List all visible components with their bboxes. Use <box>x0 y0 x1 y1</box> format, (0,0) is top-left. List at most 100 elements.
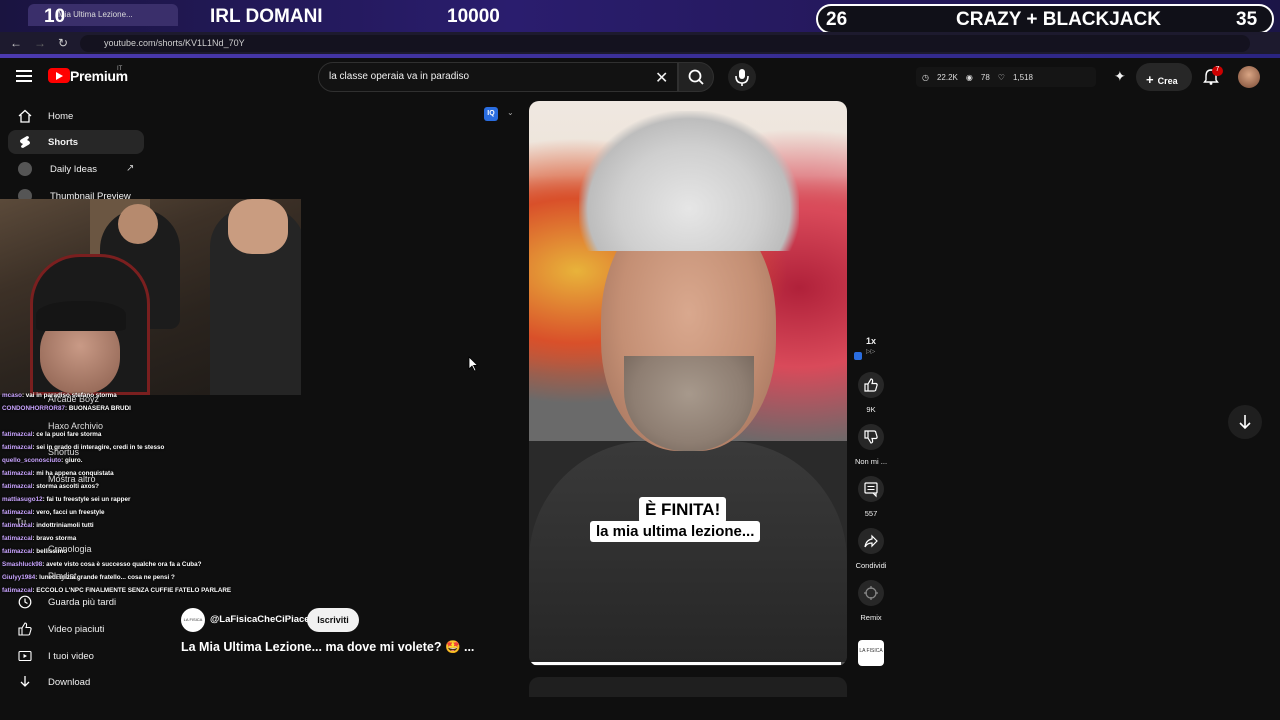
sidebar-item-label: Download <box>48 677 91 688</box>
video-icon <box>18 650 32 662</box>
sound-channel-thumbnail[interactable]: LA FISICA <box>858 640 884 666</box>
playback-speed[interactable]: 1x <box>841 336 901 346</box>
menu-icon[interactable] <box>16 70 32 82</box>
chevron-down-icon[interactable]: ⌄ <box>507 108 514 117</box>
sidebar-item-shorts[interactable]: Shorts <box>8 130 144 154</box>
chat-username: fatimazcal <box>2 483 33 490</box>
channel-avatar[interactable]: LA FISICA <box>181 608 205 632</box>
youtube-header: Premium IT ✕ ◷22.2K ◉78 ♡1,518 ✦ +Crea 7 <box>0 58 1280 98</box>
chat-username: fatimazcal <box>2 535 33 542</box>
chat-username: quello_sconosciuto <box>2 457 62 464</box>
dislike-button[interactable] <box>858 424 884 450</box>
video-progress-bar[interactable] <box>529 662 847 665</box>
chat-username: fatimazcal <box>2 522 33 529</box>
chat-message: fatimazcal: ECCOLO L'NPC FINALMENTE SENZ… <box>2 587 231 594</box>
thumbs-down-icon <box>864 430 878 444</box>
chat-message: quello_sconosciuto: giuro. <box>2 457 82 464</box>
chat-text: : giuro. <box>61 457 83 464</box>
chat-username: fatimazcal <box>2 431 33 438</box>
chat-text: : vai in paradiso stefano storma <box>21 392 117 399</box>
comment-count: 557 <box>864 509 878 518</box>
video-caption-line1: È FINITA! <box>639 497 727 523</box>
reload-icon[interactable]: ↻ <box>58 36 68 50</box>
short-video-player[interactable]: È FINITA! la mia ultima lezione... <box>529 101 847 666</box>
short-title[interactable]: La Mia Ultima Lezione... ma dove mi vole… <box>181 640 474 655</box>
chat-message: fatimazcal: bravo storma <box>2 535 76 542</box>
account-avatar[interactable] <box>1238 66 1260 88</box>
next-short-preview[interactable] <box>529 677 847 697</box>
create-label: Crea <box>1157 76 1178 86</box>
chat-username: mattiasugo12 <box>2 496 43 503</box>
remix-icon <box>864 586 878 600</box>
microphone-icon <box>735 69 749 86</box>
chat-message: Smashluck98: avete visto cosa è successo… <box>2 561 202 568</box>
sidebar-item-label: Guarda più tardi <box>48 597 117 608</box>
overlay-right-text: CRAZY + BLACKJACK <box>956 9 1161 30</box>
mouse-cursor-icon <box>468 356 478 372</box>
chat-username: mcaso <box>2 392 22 399</box>
remix-label: Remix <box>860 613 882 622</box>
like-button[interactable] <box>858 372 884 398</box>
chat-text: : storma ascolti axos? <box>32 483 99 490</box>
youtube-logo-icon[interactable] <box>48 68 70 83</box>
shorts-icon <box>20 136 30 148</box>
video-person-shirt <box>529 441 847 666</box>
search-box[interactable]: ✕ <box>318 62 678 92</box>
create-button[interactable]: + Crea <box>1136 63 1192 91</box>
chat-text: : ECCOLO L'NPC FINALMENTE SENZA CUFFIE F… <box>32 587 232 594</box>
cam-person-middle-head <box>118 204 158 244</box>
chat-text: : bravo storma <box>32 535 77 542</box>
clear-search-icon[interactable]: ✕ <box>655 68 668 88</box>
overlay-left-number: 10 <box>44 6 66 27</box>
speed-forward-icon[interactable]: ▷▷ <box>866 348 875 355</box>
plus-icon: + <box>1146 72 1154 87</box>
watching-stat: 78 <box>980 72 990 82</box>
comments-button[interactable] <box>858 476 884 502</box>
sidebar-item-your-videos[interactable]: I tuoi video <box>8 644 144 668</box>
video-person-hair <box>579 111 799 251</box>
sidebar-item-label: Video piaciuti <box>48 624 105 635</box>
remix-button[interactable] <box>858 580 884 606</box>
chat-message: fatimazcal: sei in grado di interagire, … <box>2 444 164 451</box>
chat-text: : sei in grado di interagire, credi in t… <box>32 444 165 451</box>
url-field[interactable]: youtube.com/shorts/KV1L1Nd_70Y <box>80 35 1250 52</box>
ai-icon[interactable]: ✦ <box>1114 68 1126 85</box>
sidebar-item-liked-videos[interactable]: Video piaciuti <box>8 617 144 641</box>
search-input[interactable] <box>329 71 629 82</box>
search-button[interactable] <box>678 62 714 92</box>
chat-message: fatimazcal: vero, facci un freestyle <box>2 509 105 516</box>
sidebar-item-daily-ideas[interactable]: Daily Ideas ↗ <box>8 157 144 181</box>
forward-icon[interactable]: → <box>34 36 46 50</box>
sidebar-item-label: I tuoi video <box>48 651 94 662</box>
likes-stat-icon: ♡ <box>997 72 1005 82</box>
next-short-button[interactable] <box>1228 405 1262 439</box>
back-icon[interactable]: ← <box>10 36 22 50</box>
sidebar-item-home[interactable]: Home <box>8 104 144 128</box>
thumbs-up-icon <box>864 378 878 392</box>
chat-username: fatimazcal <box>2 509 33 516</box>
arrow-down-icon <box>1239 415 1251 430</box>
chat-text: : mi ha appena conquistata <box>32 470 114 477</box>
chat-username: fatimazcal <box>2 444 33 451</box>
voice-search-button[interactable] <box>728 63 756 91</box>
chat-text: : bellissimo <box>32 548 68 555</box>
search-icon <box>688 69 704 85</box>
chat-username: fatimazcal <box>2 470 33 477</box>
browser-address-bar: ← → ↻ youtube.com/shorts/KV1L1Nd_70Y <box>0 32 1280 54</box>
share-icon <box>864 534 878 548</box>
chat-message: CONDONHORROR87: BUONASERA BRUDI <box>2 405 131 412</box>
subscribe-button[interactable]: Iscriviti <box>307 608 359 632</box>
cam-person-right-head <box>228 199 288 254</box>
share-button[interactable] <box>858 528 884 554</box>
sidebar-item-label: Daily Ideas <box>50 164 97 175</box>
iq-extension-icon[interactable]: IQ <box>484 107 498 121</box>
views-stat: 22.2K <box>936 72 958 82</box>
sidebar-item-download[interactable]: Download <box>8 670 144 694</box>
share-label: Condividi <box>855 561 887 570</box>
watching-stat-icon: ◉ <box>965 72 973 82</box>
chat-message: fatimazcal: indottriniamoli tutti <box>2 522 94 529</box>
chat-message: fatimazcal: storma ascolti axos? <box>2 483 99 490</box>
overlay-right-number: 35 <box>1236 9 1258 30</box>
chat-username: Giulyy1984 <box>2 574 36 581</box>
channel-name[interactable]: @LaFisicaCheCiPiace <box>210 614 310 625</box>
